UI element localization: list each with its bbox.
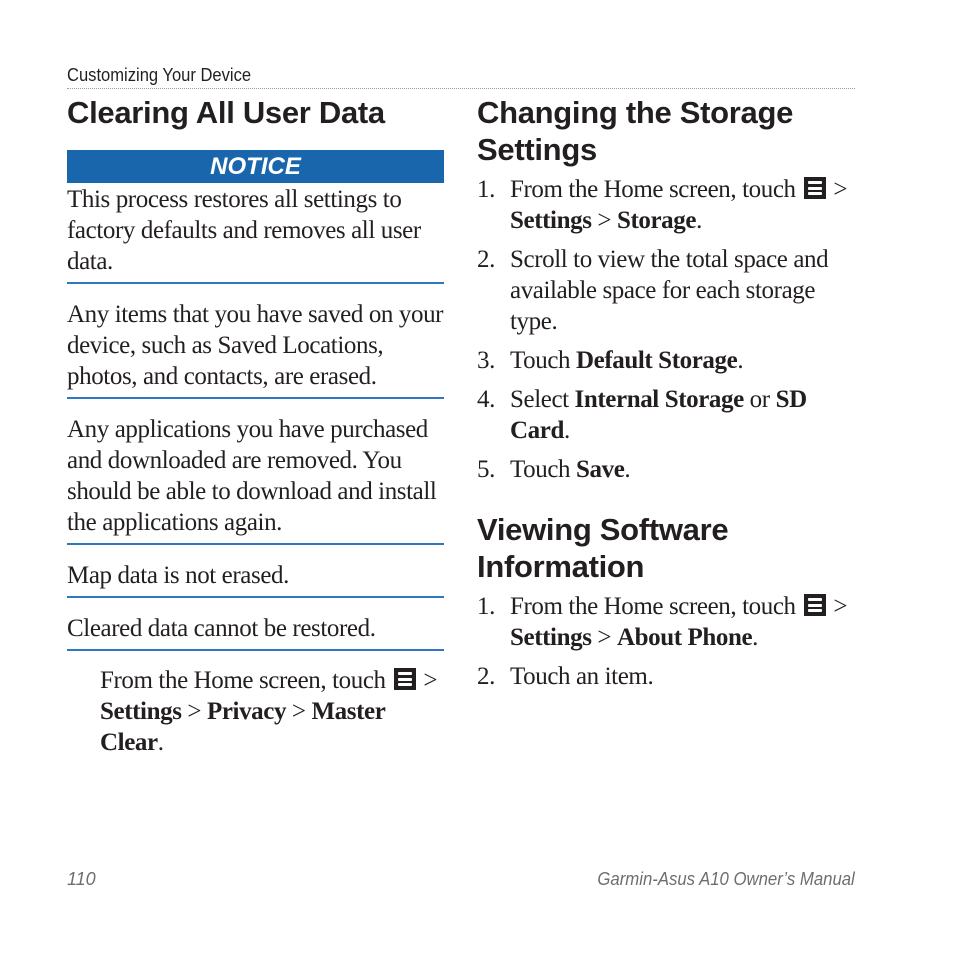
page-number: 110: [67, 869, 96, 889]
notice-banner: NOTICE: [67, 150, 444, 183]
step-post: .: [563, 417, 570, 444]
list-item: 2. Scroll to view the total space and av…: [477, 244, 857, 337]
step-mid: or: [743, 386, 776, 413]
step-number: 2.: [477, 663, 495, 690]
path-about-phone: About Phone: [616, 624, 753, 651]
path-settings: Settings: [100, 698, 182, 725]
step-post: .: [737, 347, 744, 374]
list-item: 1. From the Home screen, touch > Setting…: [477, 591, 857, 653]
menu-icon: [803, 177, 826, 199]
section-title-software-info: Viewing Software Information: [477, 512, 729, 584]
path-storage: Storage: [616, 207, 697, 234]
step-text: From the Home screen, touch > Settings >…: [510, 176, 848, 234]
step-prefix: From the Home screen, touch: [510, 593, 796, 620]
list-item: 3. Touch Default Storage.: [477, 345, 857, 376]
right-column: Changing the Storage Settings 1. From th…: [477, 94, 857, 700]
left-column: Clearing All User Data NOTICE This proce…: [67, 94, 444, 758]
menu-icon: [393, 668, 416, 690]
step-text: Scroll to view the total space and avail…: [510, 246, 829, 335]
running-head: Customizing Your Device: [67, 65, 252, 85]
step-text: From the Home screen, touch > Settings >…: [510, 593, 848, 651]
option-save: Save: [575, 456, 625, 483]
storage-steps: 1. From the Home screen, touch > Setting…: [477, 174, 857, 485]
info-block: Any items that you have saved on your de…: [67, 284, 444, 399]
step-instruction: From the Home screen, touch > Settings >…: [67, 651, 444, 758]
step-text: Touch an item.: [510, 663, 654, 690]
step-number: 2.: [477, 246, 495, 273]
step-text: Touch Save.: [510, 454, 857, 485]
info-block: Any applications you have purchased and …: [67, 399, 444, 545]
step-pre: Touch: [510, 347, 576, 374]
path-settings: Settings: [510, 207, 592, 234]
step-end: .: [157, 729, 164, 756]
info-block: Map data is not erased.: [67, 545, 444, 598]
manual-title: Garmin-Asus A10 Owner’s Manual: [597, 869, 855, 889]
step-text: Select Internal Storage or SD Card.: [510, 384, 857, 446]
step-number: 5.: [477, 456, 495, 483]
step-text: Touch Default Storage.: [510, 345, 857, 376]
step-number: 1.: [477, 176, 495, 203]
path-privacy: Privacy: [206, 698, 287, 725]
step-post: .: [624, 456, 631, 483]
software-info-steps: 1. From the Home screen, touch > Setting…: [477, 591, 857, 692]
step-prefix: From the Home screen, touch: [100, 667, 386, 694]
path-separator: >: [187, 698, 202, 725]
list-item: 1. From the Home screen, touch > Setting…: [477, 174, 857, 236]
list-item: 2. Touch an item.: [477, 661, 857, 692]
section-title-clearing-data: Clearing All User Data: [67, 95, 385, 130]
step-number: 3.: [477, 347, 495, 374]
step-pre: Touch: [510, 456, 576, 483]
step-number: 1.: [477, 593, 495, 620]
running-head-divider: [67, 88, 855, 89]
step-number: 4.: [477, 386, 495, 413]
info-block: Cleared data cannot be restored.: [67, 598, 444, 651]
list-item: 4. Select Internal Storage or SD Card.: [477, 384, 857, 446]
path-separator: >: [291, 698, 306, 725]
step-pre: Select: [510, 386, 575, 413]
menu-icon: [803, 594, 826, 616]
path-settings: Settings: [510, 624, 592, 651]
step-prefix: From the Home screen, touch: [510, 176, 796, 203]
option-internal-storage: Internal Storage: [574, 386, 745, 413]
option-default-storage: Default Storage: [575, 347, 738, 374]
notice-text: This process restores all settings to fa…: [67, 183, 444, 284]
section-title-storage-settings: Changing the Storage Settings: [477, 95, 794, 167]
list-item: 5. Touch Save.: [477, 454, 857, 485]
path-separator: >: [423, 667, 438, 694]
